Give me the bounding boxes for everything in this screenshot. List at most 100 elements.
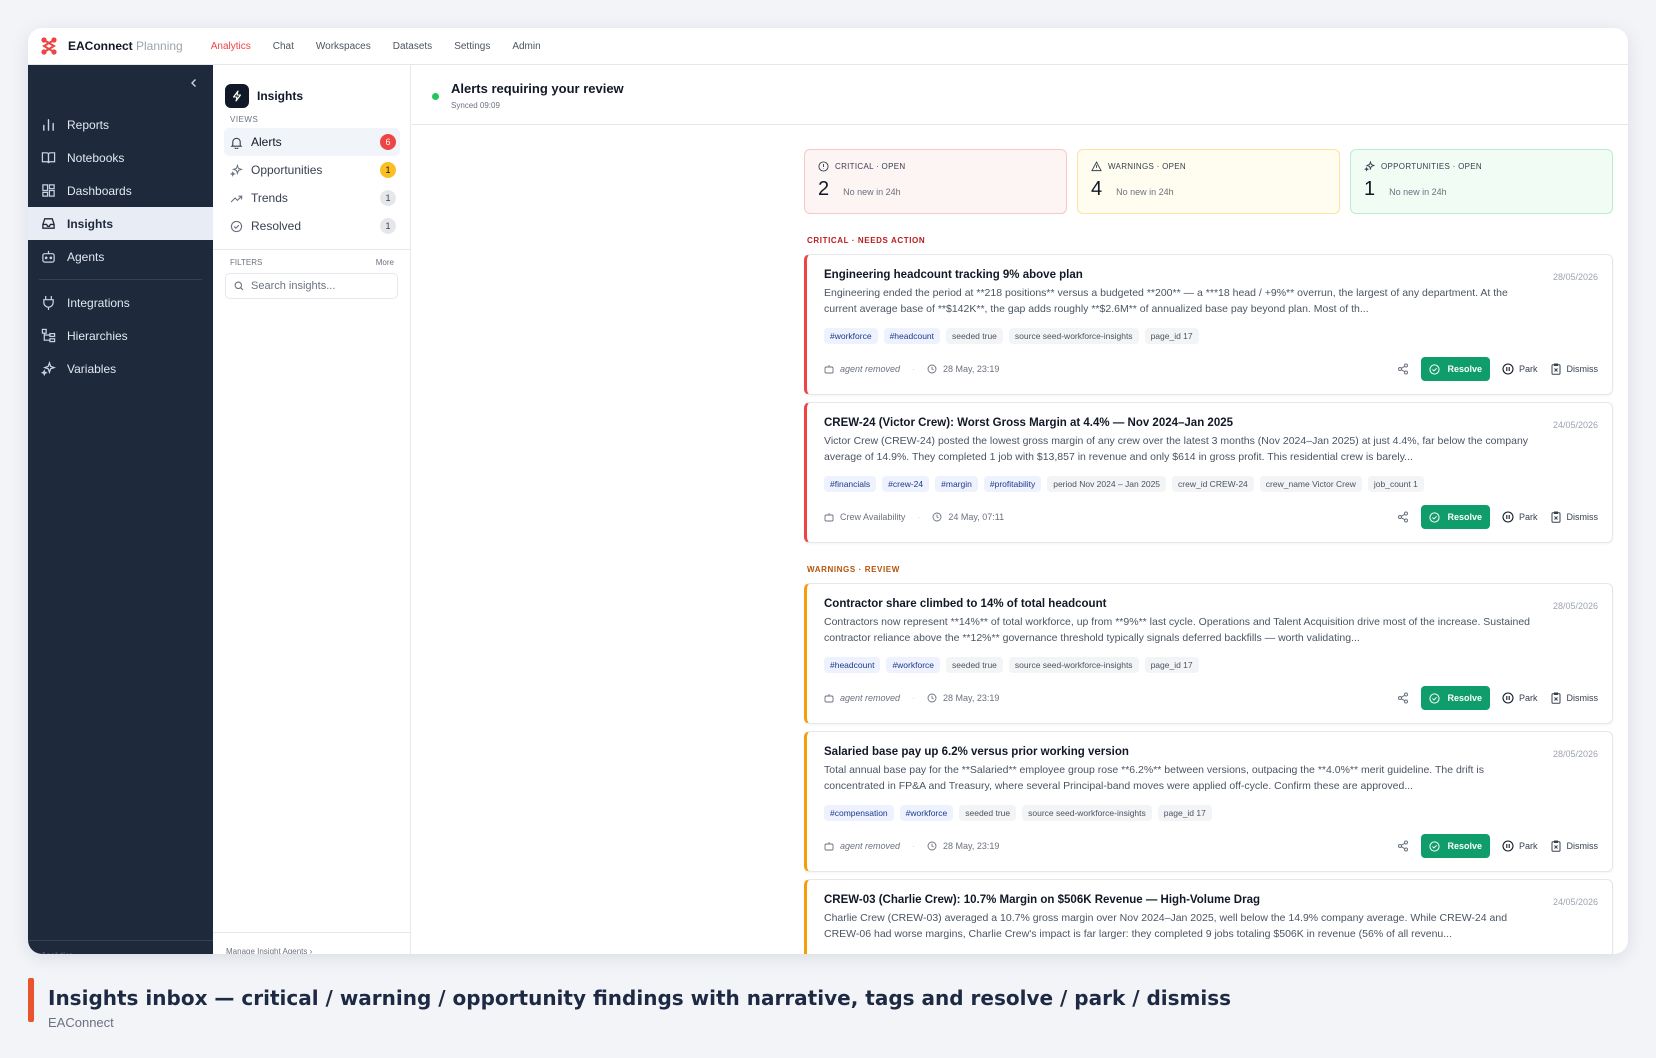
clipboard-x-icon <box>1551 511 1560 523</box>
topnav-settings[interactable]: Settings <box>454 41 490 52</box>
park-button[interactable]: Park <box>1502 511 1538 523</box>
view-item-trends[interactable]: Trends 1 <box>224 184 400 212</box>
share-icon[interactable] <box>1397 363 1409 375</box>
resolve-label: Resolve <box>1447 841 1482 851</box>
card-tag[interactable]: #workforce <box>886 657 941 673</box>
insights-views-panel: Insights VIEWS Alerts 6 Opportunities 1 … <box>213 65 411 954</box>
card-meta-tag: page_id 17 <box>1157 805 1212 821</box>
insight-card[interactable]: CREW-03 (Charlie Crew): 10.7% Margin on … <box>804 879 1613 954</box>
park-button[interactable]: Park <box>1502 692 1538 704</box>
card-tag[interactable]: #compensation <box>824 805 894 821</box>
card-tag[interactable]: #financials <box>824 476 877 492</box>
dismiss-button[interactable]: Dismiss <box>1550 840 1598 852</box>
park-button[interactable]: Park <box>1502 363 1538 375</box>
card-title[interactable]: Engineering headcount tracking 9% above … <box>824 269 1598 281</box>
insight-card[interactable]: Engineering headcount tracking 9% above … <box>804 254 1613 395</box>
sidebar-item-agents[interactable]: Agents <box>28 240 213 273</box>
topnav-admin[interactable]: Admin <box>512 41 540 52</box>
share-icon[interactable] <box>1397 511 1409 523</box>
manage-insight-agents-link[interactable]: Manage Insight Agents › <box>213 932 410 954</box>
cards-warnings: Contractor share climbed to 14% of total… <box>804 583 1613 954</box>
app-name: EAConnect <box>68 39 133 53</box>
resolve-button[interactable]: Resolve <box>1421 505 1490 529</box>
sidebar-item-hierarchies[interactable]: Hierarchies <box>28 319 213 352</box>
meta-separator: · <box>912 364 916 374</box>
card-tag[interactable]: #profitability <box>983 476 1042 492</box>
view-item-opportunities[interactable]: Opportunities 1 <box>224 156 400 184</box>
insight-card[interactable]: Contractor share climbed to 14% of total… <box>804 583 1613 724</box>
card-tag[interactable]: #crew-24 <box>882 476 930 492</box>
card-actions: Resolve Park Dismiss <box>1397 686 1598 710</box>
card-title[interactable]: CREW-24 (Victor Crew): Worst Gross Margi… <box>824 417 1598 429</box>
stat-value: 4 <box>1091 178 1103 200</box>
card-tags: #headcount #workforce seeded true source se… <box>824 657 1598 673</box>
search-input[interactable] <box>251 280 391 292</box>
views-section-label: VIEWS <box>230 115 259 124</box>
resolve-button[interactable]: Resolve <box>1421 686 1490 710</box>
view-item-alerts[interactable]: Alerts 6 <box>224 128 400 156</box>
card-body: Victor Crew (CREW-24) posted the lowest … <box>824 435 1529 463</box>
card-source: agent removed <box>840 693 901 703</box>
card-tag[interactable]: #workforce <box>824 328 878 344</box>
sidebar: Reports Notebooks Dashboards Insights Ag… <box>28 65 213 954</box>
card-title[interactable]: Salaried base pay up 6.2% versus prior w… <box>824 746 1598 758</box>
resolved-count-badge: 1 <box>380 218 396 234</box>
card-tag[interactable]: #margin <box>935 476 978 492</box>
card-time: 28 May, 23:19 <box>943 841 1000 851</box>
topnav-analytics[interactable]: Analytics <box>211 41 251 52</box>
card-date: 24/05/2026 <box>1552 897 1598 907</box>
pause-circle-icon <box>1502 511 1514 523</box>
sidebar-item-insights[interactable]: Insights <box>28 207 213 240</box>
insight-card[interactable]: CREW-24 (Victor Crew): Worst Gross Margi… <box>804 402 1613 543</box>
card-title[interactable]: CREW-03 (Charlie Crew): 10.7% Margin on … <box>824 894 1598 906</box>
card-date: 24/05/2026 <box>1552 420 1598 430</box>
resolve-button[interactable]: Resolve <box>1421 834 1490 858</box>
dismiss-button[interactable]: Dismiss <box>1550 511 1598 523</box>
stat-warnings[interactable]: WARNINGS · OPEN 4 No new in 24h <box>1077 149 1340 214</box>
sidebar-item-integrations[interactable]: Integrations <box>28 286 213 319</box>
sidebar-item-variables[interactable]: Variables <box>28 352 213 385</box>
resolve-button[interactable]: Resolve <box>1421 357 1490 381</box>
topnav-datasets[interactable]: Datasets <box>393 41 432 52</box>
dismiss-button[interactable]: Dismiss <box>1550 363 1598 375</box>
grid-icon <box>42 184 55 197</box>
sparkle-icon <box>230 163 243 177</box>
sidebar-item-dashboards[interactable]: Dashboards <box>28 174 213 207</box>
card-title[interactable]: Contractor share climbed to 14% of total… <box>824 598 1598 610</box>
pause-circle-icon <box>1502 840 1514 852</box>
dismiss-button[interactable]: Dismiss <box>1550 692 1599 704</box>
topnav-chat[interactable]: Chat <box>273 41 294 52</box>
sidebar-item-notebooks[interactable]: Notebooks <box>28 141 213 174</box>
card-tag[interactable]: #headcount <box>883 328 941 344</box>
stat-label: CRITICAL · OPEN <box>835 162 906 171</box>
resolve-label: Resolve <box>1447 693 1482 703</box>
bot-icon <box>824 842 834 851</box>
stat-sub: No new in 24h <box>1116 187 1174 197</box>
share-icon[interactable] <box>1397 840 1409 852</box>
meta-separator: · <box>912 841 916 851</box>
trends-count-badge: 1 <box>380 190 396 206</box>
book-icon <box>41 152 56 164</box>
stat-critical[interactable]: CRITICAL · OPEN 2 No new in 24h <box>804 149 1067 214</box>
view-item-resolved[interactable]: Resolved 1 <box>224 212 400 240</box>
card-meta-tag: page_id 17 <box>1144 328 1199 344</box>
insight-card[interactable]: Salaried base pay up 6.2% versus prior w… <box>804 731 1613 872</box>
card-tag[interactable]: #workforce <box>899 805 954 821</box>
card-meta: agent removed · 28 May, 23:19 <box>824 364 999 374</box>
card-tag[interactable]: #headcount <box>824 657 881 673</box>
park-button[interactable]: Park <box>1502 840 1538 852</box>
eaconnect-logo-icon[interactable] <box>40 37 58 55</box>
stat-opportunities[interactable]: OPPORTUNITIES · OPEN 1 No new in 24h <box>1350 149 1613 214</box>
card-meta-tag: crew_name Victor Crew <box>1259 476 1362 492</box>
alert-circle-icon <box>818 161 829 172</box>
bot-icon <box>824 513 834 522</box>
share-icon[interactable] <box>1397 692 1409 704</box>
collapse-sidebar-icon[interactable] <box>189 77 199 91</box>
views-divider <box>213 249 410 250</box>
dismiss-label: Dismiss <box>1566 693 1599 703</box>
filters-more-link[interactable]: More <box>376 258 394 267</box>
topnav-workspaces[interactable]: Workspaces <box>316 41 371 52</box>
sidebar-item-reports[interactable]: Reports <box>28 108 213 141</box>
bot-icon <box>42 250 55 263</box>
main-panel: Alerts requiring your review Synced 09:0… <box>412 65 1628 954</box>
